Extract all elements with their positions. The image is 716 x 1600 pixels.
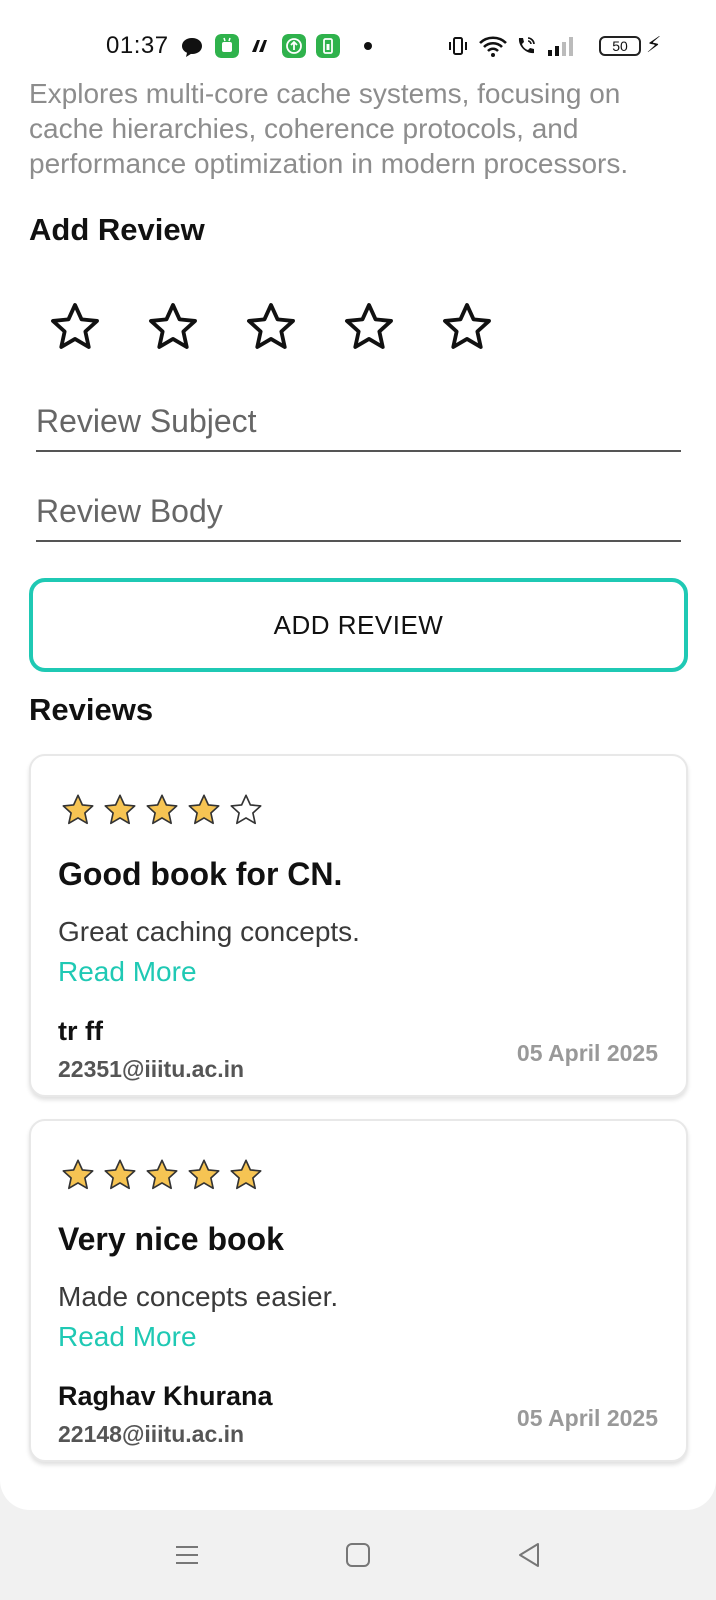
read-more-link[interactable]: Read More — [58, 956, 197, 988]
read-more-link[interactable]: Read More — [58, 1321, 197, 1353]
status-bar: 01:37 50 ⚡︎ — [0, 0, 716, 88]
empty-star-icon — [230, 794, 262, 825]
back-button[interactable] — [504, 1530, 554, 1580]
review-author-email: 22351@iiitu.ac.in — [58, 1056, 245, 1082]
review-date: 05 April 2025 — [516, 1405, 658, 1431]
rating-selector — [48, 300, 494, 354]
review-body: Made concepts easier. — [58, 1281, 339, 1312]
review-author-email: 22148@iiitu.ac.in — [58, 1421, 245, 1447]
vibrate-icon — [449, 37, 467, 55]
add-review-title: Add Review — [29, 212, 205, 247]
review-author: Raghav Khurana — [58, 1381, 273, 1411]
brush-app-icon — [252, 40, 267, 52]
review-subject-field — [36, 392, 681, 452]
review-body: Great caching concepts. — [58, 916, 360, 947]
upload-app-icon — [282, 34, 306, 58]
back-triangle-icon — [519, 1543, 539, 1567]
review-subject: Good book for CN. — [58, 856, 343, 892]
book-description: Explores multi-core cache systems, focus… — [29, 78, 629, 179]
review-date: 05 April 2025 — [516, 1040, 658, 1066]
filled-star-icon — [104, 1159, 136, 1190]
rating-star-2-icon[interactable] — [146, 300, 200, 354]
battery-saver-app-icon — [316, 34, 340, 58]
filled-star-icon — [230, 1159, 262, 1190]
review-card: Good book for CN. Great caching concepts… — [29, 754, 688, 1097]
rating-star-1-icon[interactable] — [48, 300, 102, 354]
menu-icon — [176, 1546, 198, 1564]
review-author: tr ff — [58, 1016, 103, 1046]
filled-star-icon — [62, 794, 94, 825]
charging-bolt-icon: ⚡︎ — [646, 32, 662, 57]
review-card: Very nice book Made concepts easier. Rea… — [29, 1119, 688, 1462]
home-square-icon — [346, 1543, 370, 1567]
rating-star-3-icon[interactable] — [244, 300, 298, 354]
review-body-field — [36, 482, 681, 542]
wifi-calling-icon — [518, 37, 535, 54]
status-time: 01:37 — [106, 32, 169, 59]
system-navigation-bar — [0, 1510, 716, 1600]
filled-star-icon — [146, 794, 178, 825]
review-body-input[interactable] — [36, 482, 681, 540]
home-button[interactable] — [333, 1530, 383, 1580]
review-rating — [60, 1157, 264, 1193]
chat-bubble-icon — [182, 38, 202, 57]
review-subject: Very nice book — [58, 1221, 284, 1257]
notification-dot — [364, 42, 372, 50]
rating-star-4-icon[interactable] — [342, 300, 396, 354]
filled-star-icon — [62, 1159, 94, 1190]
signal-strength-icon — [548, 37, 573, 56]
filled-star-icon — [104, 794, 136, 825]
app-screen: 01:37 50 ⚡︎ Explores multi-core cache sy… — [0, 0, 716, 1510]
filled-star-icon — [188, 1159, 220, 1190]
android-app-icon — [215, 34, 239, 58]
rating-star-5-icon[interactable] — [440, 300, 494, 354]
battery-indicator: 50 — [599, 36, 641, 56]
review-rating — [60, 792, 264, 828]
recent-apps-button[interactable] — [162, 1530, 212, 1580]
filled-star-icon — [146, 1159, 178, 1190]
add-review-button[interactable]: ADD REVIEW — [29, 578, 688, 672]
reviews-title: Reviews — [29, 692, 154, 727]
filled-star-icon — [188, 794, 220, 825]
wifi-icon — [479, 36, 507, 57]
review-subject-input[interactable] — [36, 392, 681, 450]
